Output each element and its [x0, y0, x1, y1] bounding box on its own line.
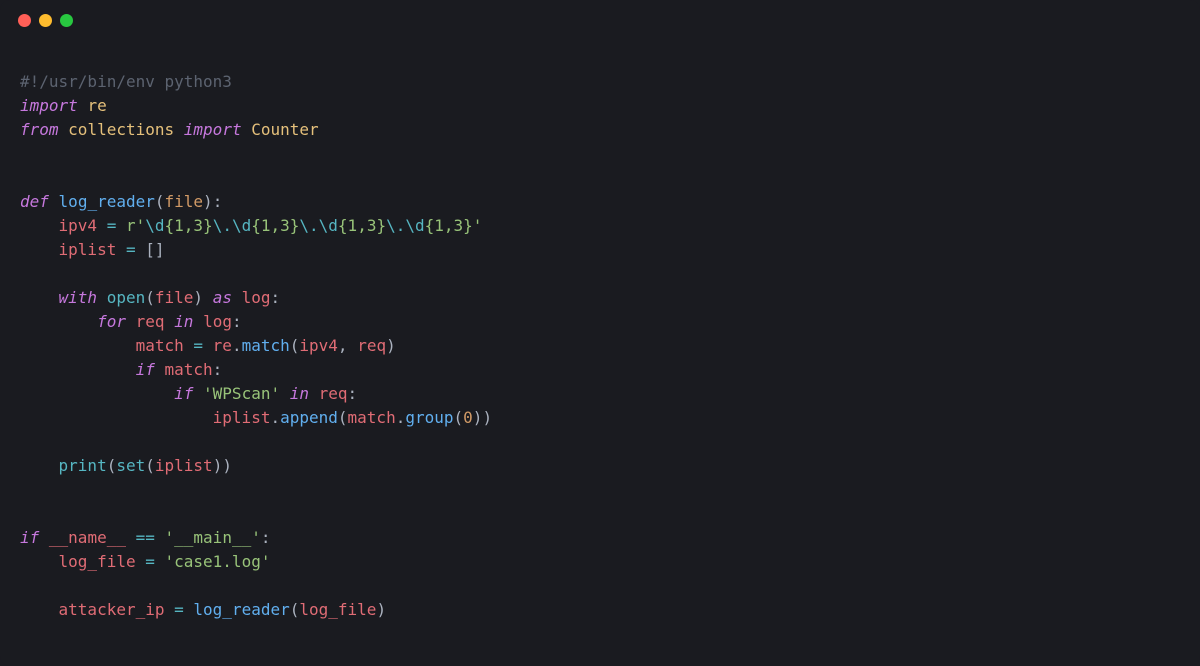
code-window: #!/usr/bin/env python3import refrom coll…	[0, 0, 1200, 666]
code-line	[20, 262, 1180, 286]
code-line	[20, 502, 1180, 526]
code-line: #!/usr/bin/env python3	[20, 70, 1180, 94]
code-line	[20, 430, 1180, 454]
code-line: if 'WPScan' in req:	[20, 382, 1180, 406]
code-line	[20, 574, 1180, 598]
code-line: for req in log:	[20, 310, 1180, 334]
code-line: iplist = []	[20, 238, 1180, 262]
minimize-icon[interactable]	[39, 14, 52, 27]
code-line	[20, 166, 1180, 190]
maximize-icon[interactable]	[60, 14, 73, 27]
code-line	[20, 478, 1180, 502]
code-editor[interactable]: #!/usr/bin/env python3import refrom coll…	[0, 40, 1200, 666]
code-line: print(set(iplist))	[20, 454, 1180, 478]
close-icon[interactable]	[18, 14, 31, 27]
code-line: attacker_ip = log_reader(log_file)	[20, 598, 1180, 622]
titlebar	[0, 0, 1200, 40]
code-line: def log_reader(file):	[20, 190, 1180, 214]
code-line: import re	[20, 94, 1180, 118]
code-line	[20, 142, 1180, 166]
code-line: if __name__ == '__main__':	[20, 526, 1180, 550]
code-line: match = re.match(ipv4, req)	[20, 334, 1180, 358]
code-line: from collections import Counter	[20, 118, 1180, 142]
code-line: with open(file) as log:	[20, 286, 1180, 310]
code-line: ipv4 = r'\d{1,3}\.\d{1,3}\.\d{1,3}\.\d{1…	[20, 214, 1180, 238]
code-line: log_file = 'case1.log'	[20, 550, 1180, 574]
code-line: iplist.append(match.group(0))	[20, 406, 1180, 430]
code-line: if match:	[20, 358, 1180, 382]
